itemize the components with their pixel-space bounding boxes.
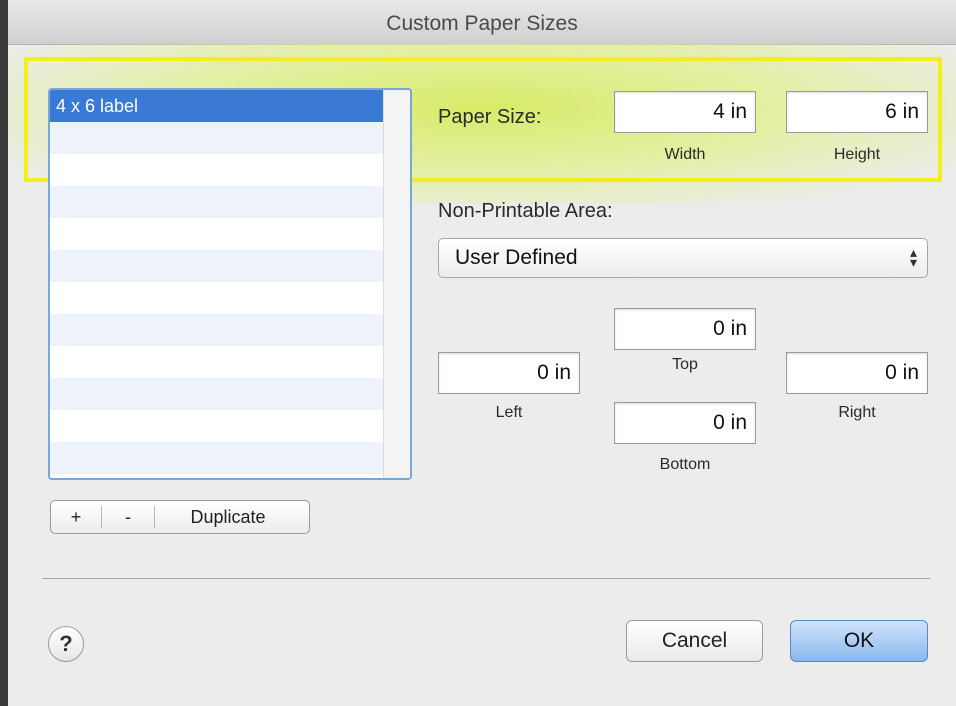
list-item-selected[interactable]: 4 x 6 label [50, 90, 384, 122]
paper-size-list-rows: 4 x 6 label [50, 90, 384, 478]
right-margin-field[interactable]: 0 in [786, 352, 928, 394]
height-field[interactable]: 6 in [786, 91, 928, 133]
non-printable-area-popup[interactable]: User Defined ▴ ▾ [438, 238, 928, 278]
ok-button[interactable]: OK [790, 620, 928, 662]
paper-size-list[interactable]: 4 x 6 label [48, 88, 412, 480]
bottom-caption: Bottom [659, 456, 711, 473]
right-caption: Right [838, 404, 876, 421]
remove-button[interactable]: - [102, 501, 154, 533]
custom-paper-sizes-dialog: Custom Paper Sizes 4 x 6 label + - Dupli… [8, 0, 956, 706]
width-caption: Width [664, 146, 706, 163]
list-item-empty[interactable] [50, 314, 384, 346]
list-scrollbar[interactable] [383, 90, 410, 478]
footer-separator [42, 578, 930, 579]
left-margin-field[interactable]: 0 in [438, 352, 580, 394]
list-item-empty[interactable] [50, 346, 384, 378]
list-item-empty[interactable] [50, 282, 384, 314]
list-item-empty[interactable] [50, 442, 384, 474]
height-caption: Height [833, 146, 881, 163]
top-margin-field[interactable]: 0 in [614, 308, 756, 350]
list-item-empty[interactable] [50, 186, 384, 218]
title-bar[interactable]: Custom Paper Sizes [8, 0, 956, 45]
duplicate-button[interactable]: Duplicate [155, 501, 301, 533]
list-item-empty[interactable] [50, 410, 384, 442]
list-item-empty[interactable] [50, 378, 384, 410]
list-edit-buttons: + - Duplicate [50, 500, 310, 534]
add-button[interactable]: + [51, 501, 101, 533]
popup-selected-value: User Defined [455, 246, 578, 269]
list-item-empty[interactable] [50, 122, 384, 154]
top-caption: Top [672, 356, 698, 373]
left-caption: Left [495, 404, 523, 421]
bottom-margin-field[interactable]: 0 in [614, 402, 756, 444]
cancel-button[interactable]: Cancel [626, 620, 763, 662]
non-printable-area-label: Non-Printable Area: [438, 200, 613, 222]
question-mark-icon[interactable]: ? [48, 626, 84, 662]
list-item-empty[interactable] [50, 154, 384, 186]
list-item-empty[interactable] [50, 250, 384, 282]
width-field[interactable]: 4 in [614, 91, 756, 133]
up-down-arrows-icon: ▴ ▾ [909, 244, 917, 270]
paper-size-label: Paper Size: [438, 106, 542, 128]
window-title: Custom Paper Sizes [386, 12, 578, 35]
list-item-empty[interactable] [50, 218, 384, 250]
